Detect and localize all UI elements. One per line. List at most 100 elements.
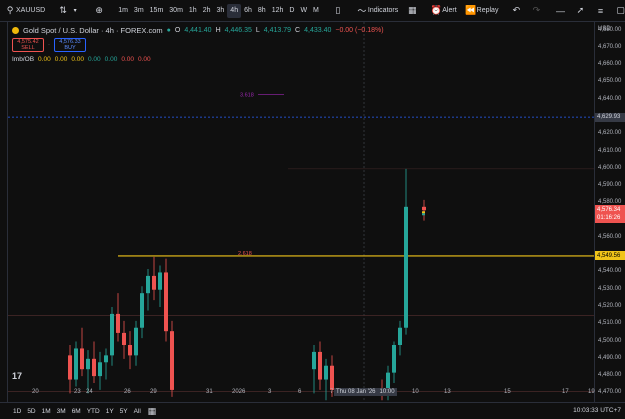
candle-body	[170, 331, 174, 390]
compare-button[interactable]: ⇅ ▾	[53, 0, 85, 22]
price-tick: 4,610.00	[598, 147, 622, 154]
sell-button[interactable]: 4,575.42 SELL	[12, 38, 44, 52]
range-all[interactable]: All	[131, 408, 144, 415]
time-tick: 29	[150, 389, 157, 395]
horizontal-line-icon: —	[555, 5, 565, 16]
candles-icon: ▯	[335, 5, 341, 15]
price-tick: 4,500.00	[598, 337, 622, 344]
candles-button[interactable]: ▯	[328, 0, 348, 22]
buy-label: BUY	[64, 45, 76, 51]
dotted-line-price-label: 4,629.93	[595, 112, 625, 122]
price-tick: 4,660.00	[598, 61, 622, 68]
range-group: 1D 5D 1M 3M 6M YTD 1Y 5Y All	[0, 408, 144, 415]
high-value: 4,446.35	[224, 27, 252, 34]
timeframe-4h[interactable]: 4h	[227, 3, 242, 18]
search-icon: ⚲	[6, 5, 14, 15]
undo-button[interactable]: ↶	[506, 0, 526, 22]
chart-pane[interactable]: 3.618 2.618	[8, 22, 594, 402]
time-tick: 17	[562, 389, 569, 395]
time-tick: 31	[206, 389, 213, 395]
indicator-legend-row[interactable]: Imb/OB 0.00 0.00 0.00 0.00 0.00 0.00 0.0…	[12, 56, 384, 63]
trend-line-icon: ➚	[576, 5, 585, 15]
candle-body	[140, 293, 144, 328]
range-3m[interactable]: 3M	[54, 408, 69, 415]
time-tick: 26	[124, 389, 131, 395]
symbol-search[interactable]: ⚲ XAUUSD	[0, 0, 49, 22]
timeframe-2h[interactable]: 2h	[200, 4, 214, 18]
candle-body	[398, 327, 402, 345]
range-6m[interactable]: 6M	[69, 408, 84, 415]
candle-body	[324, 365, 328, 380]
timeframe-M[interactable]: M	[310, 4, 322, 18]
plus-circle-icon: ⊕	[95, 5, 103, 15]
replay-button[interactable]: ⏪ Replay	[461, 0, 503, 22]
time-axis[interactable]: 20 23 24 26 29 31 2026 3 6 7 Thu 08 Jan '26 10:00 10…	[8, 385, 595, 401]
horizontal-line-tool[interactable]: —	[550, 0, 570, 22]
candle-body	[104, 355, 108, 363]
fib-label-lower: 2.618	[238, 251, 252, 257]
timeframe-6h[interactable]: 6h	[241, 4, 255, 18]
alert-button[interactable]: ⏰ Alert	[426, 0, 460, 22]
undo-icon: ↶	[512, 5, 521, 15]
buy-button[interactable]: 4,576.33 BUY	[54, 38, 86, 52]
legend-title[interactable]: Gold Spot / U.S. Dollar · 4h · FOREX.com	[23, 26, 163, 35]
price-tick: 4,600.00	[598, 164, 622, 171]
sell-label: SELL	[21, 45, 35, 51]
indicators-button[interactable]: 〜 Indicators	[352, 0, 402, 22]
price-tick: 4,650.00	[598, 78, 622, 85]
tradingview-logo[interactable]: 17	[12, 371, 22, 381]
time-tick: 24	[86, 389, 93, 395]
timeframe-12h[interactable]: 12h	[269, 4, 287, 18]
timeframe-8h[interactable]: 8h	[255, 4, 269, 18]
symbol-label: XAUUSD	[16, 7, 46, 14]
change-value: −0.00 (−0.18%)	[335, 27, 384, 34]
timeframe-15m[interactable]: 15m	[147, 4, 167, 18]
time-tick: 10	[412, 389, 419, 395]
range-ytd[interactable]: YTD	[84, 408, 103, 415]
candle-body	[110, 313, 114, 356]
redo-button[interactable]: ↷	[526, 0, 546, 22]
range-1y[interactable]: 1Y	[103, 408, 117, 415]
price-tick: 4,530.00	[598, 285, 622, 292]
order-marker	[422, 211, 425, 214]
time-crosshair-label: Thu 08 Jan '26 10:00	[334, 388, 397, 396]
timeframe-W[interactable]: W	[297, 4, 310, 18]
high-key: H	[215, 27, 221, 34]
candle-body	[122, 332, 126, 345]
price-tick: 4,640.00	[598, 95, 622, 102]
time-tick: 20	[32, 389, 39, 395]
add-symbol-button[interactable]: ⊕	[89, 0, 109, 22]
chart-type-icon: ⇅	[59, 5, 67, 15]
price-tick: 4,620.00	[598, 130, 622, 137]
timeframe-D[interactable]: D	[286, 4, 297, 18]
indicator-value: 0.00	[104, 56, 118, 63]
price-chart[interactable]: 3.618 2.618	[8, 22, 594, 402]
range-5y[interactable]: 5Y	[117, 408, 131, 415]
range-1m[interactable]: 1M	[39, 408, 54, 415]
range-5d[interactable]: 5D	[24, 408, 38, 415]
time-tick: 3	[268, 389, 272, 395]
low-key: L	[255, 27, 260, 34]
price-tick: 4,670.00	[598, 43, 622, 50]
calendar-range-icon[interactable]: ▦	[146, 405, 158, 417]
timeframe-30m[interactable]: 30m	[166, 4, 186, 18]
timeframe-3m[interactable]: 3m	[131, 4, 147, 18]
price-tick: 4,510.00	[598, 320, 622, 327]
candle-body	[80, 348, 84, 370]
time-tick: 7	[330, 389, 334, 395]
trend-line-tool[interactable]: ➚	[570, 0, 590, 22]
clock[interactable]: 10:03:33 UTC+7	[573, 407, 621, 414]
indicator-value: 0.00	[38, 56, 51, 63]
range-1d[interactable]: 1D	[10, 408, 24, 415]
timeframe-1m[interactable]: 1m	[115, 4, 131, 18]
price-scale[interactable]: USD 4,680.00 4,670.00 4,660.00 4,650.00 4,64…	[594, 22, 625, 402]
spread-marker: ·	[48, 42, 50, 48]
replay-label: Replay	[476, 7, 499, 14]
timeframe-1h[interactable]: 1h	[186, 4, 200, 18]
templates-button[interactable]: ▦	[402, 0, 422, 22]
timeframe-3h[interactable]: 3h	[214, 4, 228, 18]
rectangle-tool[interactable]: ▢	[610, 0, 625, 22]
open-value: 4,441.40	[184, 27, 212, 34]
fib-tool[interactable]: ≡	[590, 0, 610, 22]
redo-icon: ↷	[532, 5, 541, 15]
